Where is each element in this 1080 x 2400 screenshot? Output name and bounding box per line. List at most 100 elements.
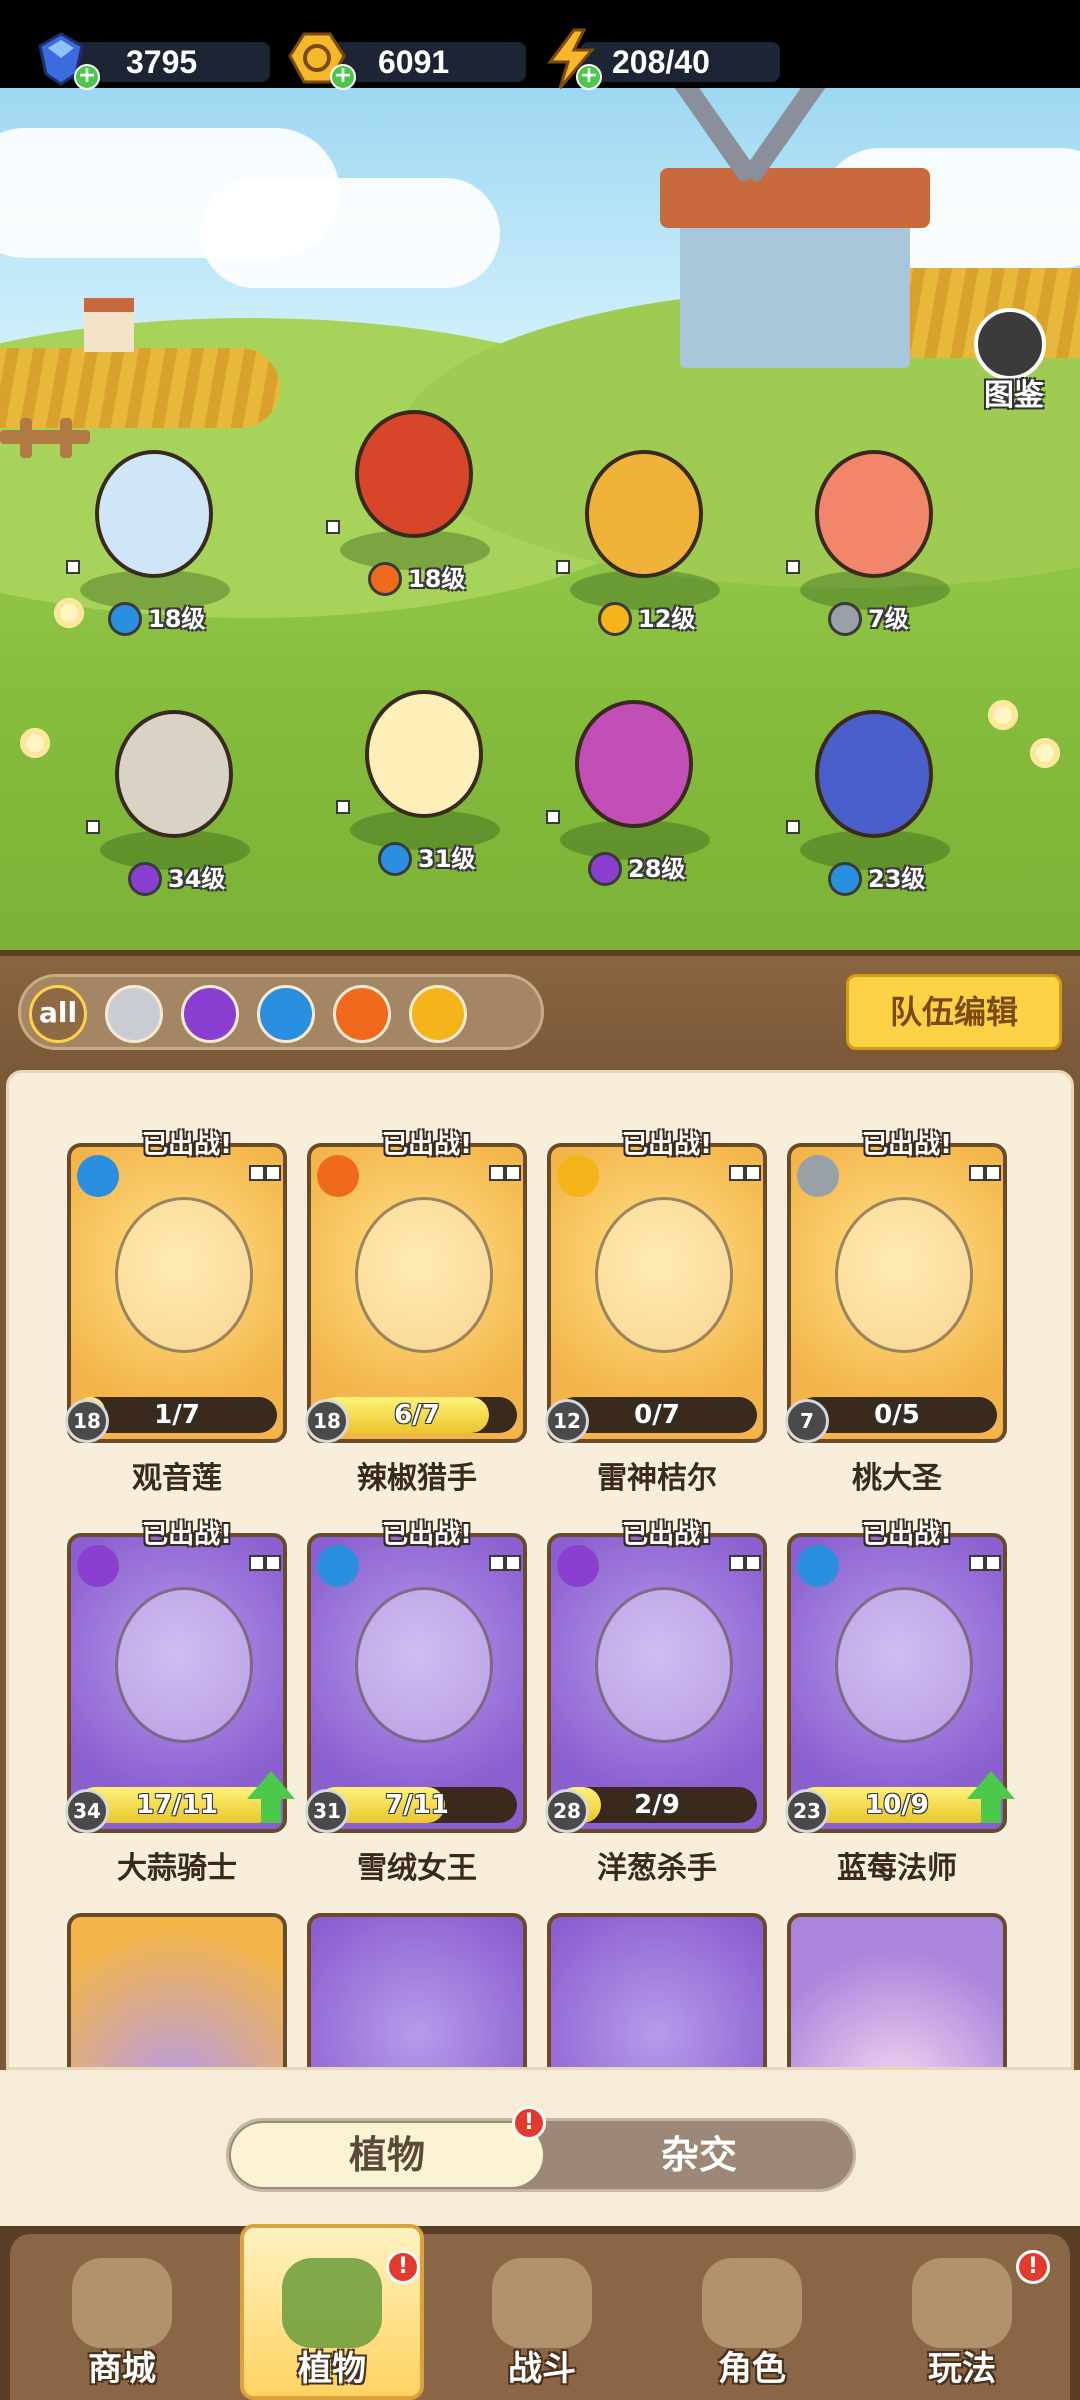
gem-counter[interactable]: + 3795 bbox=[30, 28, 270, 90]
plant-card[interactable]: 6/7 18 已出战! 辣椒猎手 bbox=[305, 1130, 527, 1496]
field-level: 18级 bbox=[408, 565, 466, 593]
card-level: 18 bbox=[305, 1399, 349, 1443]
card-face: 7/11 bbox=[307, 1533, 527, 1833]
plant-name: 大蒜骑士 bbox=[117, 1851, 237, 1886]
filter-bar: all 队伍编辑 bbox=[0, 950, 1080, 1066]
plant-sprite bbox=[585, 450, 703, 578]
card-grid-panel: 1/7 18 已出战! 观音莲 6/7 18 已出战! 辣椒猎手 0/7 12 已出战! 雷神桔尔 0/… bbox=[6, 1070, 1074, 2070]
plant-card-partial[interactable] bbox=[307, 1913, 527, 2067]
card-level: 28 bbox=[545, 1789, 589, 1833]
plant-card[interactable]: 17/11 34 已出战! 大蒜骑士 bbox=[65, 1520, 295, 1886]
slot-marker bbox=[86, 820, 100, 834]
plant-sprite bbox=[815, 710, 933, 838]
card-face: 0/5 bbox=[787, 1143, 1007, 1443]
plant-card-partial[interactable] bbox=[787, 1913, 1007, 2067]
slot-marker bbox=[969, 1165, 985, 1181]
field-plant[interactable]: 7级 bbox=[780, 440, 960, 636]
slot-marker bbox=[786, 820, 800, 834]
card-level: 23 bbox=[785, 1789, 829, 1833]
field-level: 28级 bbox=[628, 855, 686, 883]
field-plant[interactable]: 18级 bbox=[320, 400, 500, 596]
field-plant[interactable]: 18级 bbox=[60, 440, 240, 636]
team-edit-button[interactable]: 队伍编辑 bbox=[846, 974, 1062, 1050]
nav-role[interactable]: 角色 bbox=[662, 2234, 842, 2400]
card-grid-area: 1/7 18 已出战! 观音莲 6/7 18 已出战! 辣椒猎手 0/7 12 已出战! 雷神桔尔 0/… bbox=[0, 1060, 1080, 2070]
filter-fire-button[interactable] bbox=[333, 985, 391, 1043]
slot-marker bbox=[489, 1165, 505, 1181]
filter-lightning-button[interactable] bbox=[409, 985, 467, 1043]
sword-element-icon bbox=[828, 602, 862, 636]
nav-play[interactable]: 玩法 ! bbox=[872, 2234, 1052, 2400]
alert-badge: ! bbox=[386, 2250, 420, 2284]
slot-marker bbox=[505, 1165, 521, 1181]
plant-card-partial[interactable] bbox=[547, 1913, 767, 2067]
sword-element-icon bbox=[797, 1155, 839, 1197]
energy-plus-icon[interactable]: + bbox=[576, 64, 602, 90]
deployed-badge: 已出战! bbox=[142, 1130, 232, 1160]
field-level: 7级 bbox=[868, 605, 909, 633]
plant-portrait bbox=[595, 1197, 733, 1353]
plant-name: 观音莲 bbox=[132, 1461, 222, 1496]
energy-counter[interactable]: + 208/40 bbox=[540, 28, 780, 90]
slot-marker bbox=[336, 800, 350, 814]
upgrade-arrow-stem bbox=[981, 1799, 1001, 1823]
nav-plants[interactable]: 植物 ! bbox=[240, 2224, 424, 2400]
coin-value: 6091 bbox=[378, 44, 450, 80]
water-element-icon bbox=[828, 862, 862, 896]
slot-marker bbox=[489, 1555, 505, 1571]
card-face bbox=[307, 1913, 527, 2067]
field-level: 18级 bbox=[148, 605, 206, 633]
field-plant[interactable]: 31级 bbox=[330, 680, 510, 876]
nav-battle[interactable]: 战斗 bbox=[452, 2234, 632, 2400]
plant-portrait bbox=[355, 1587, 493, 1743]
filter-all-button[interactable]: all bbox=[29, 985, 87, 1043]
filter-poison-button[interactable] bbox=[181, 985, 239, 1043]
atlas-button[interactable]: 图鉴 bbox=[970, 308, 1058, 413]
card-face bbox=[67, 1913, 287, 2067]
energy-value: 208/40 bbox=[612, 44, 710, 80]
nav-plants-label: 植物 bbox=[298, 2349, 366, 2389]
alert-badge: ! bbox=[512, 2106, 546, 2140]
slot-marker bbox=[985, 1165, 1001, 1181]
slot-marker bbox=[326, 520, 340, 534]
plant-card[interactable]: 1/7 18 已出战! 观音莲 bbox=[65, 1130, 287, 1496]
plant-portrait bbox=[355, 1197, 493, 1353]
slot-marker bbox=[745, 1165, 761, 1181]
filter-water-button[interactable] bbox=[257, 985, 315, 1043]
slot-marker bbox=[786, 560, 800, 574]
atlas-label: 图鉴 bbox=[984, 378, 1044, 413]
plant-card[interactable]: 0/7 12 已出战! 雷神桔尔 bbox=[545, 1130, 767, 1496]
water-element-icon bbox=[108, 602, 142, 636]
gem-plus-icon[interactable]: + bbox=[74, 64, 100, 90]
field-plant[interactable]: 23级 bbox=[780, 700, 960, 896]
plant-sprite bbox=[95, 450, 213, 578]
plant-name: 辣椒猎手 bbox=[357, 1461, 477, 1496]
plant-sprite bbox=[815, 450, 933, 578]
deployed-badge: 已出战! bbox=[862, 1130, 952, 1160]
deployed-badge: 已出战! bbox=[382, 1520, 472, 1550]
slot-marker bbox=[985, 1555, 1001, 1571]
battle-icon bbox=[492, 2258, 592, 2348]
field-level: 12级 bbox=[638, 605, 696, 633]
coin-counter[interactable]: + 6091 bbox=[286, 28, 526, 90]
slot-marker bbox=[729, 1165, 745, 1181]
plant-card[interactable]: 0/5 7 已出战! 桃大圣 bbox=[785, 1130, 1007, 1496]
plant-card[interactable]: 7/11 31 已出战! 雪绒女王 bbox=[305, 1520, 527, 1886]
tab-hybrid[interactable]: 杂交 bbox=[543, 2121, 855, 2189]
field-plant[interactable]: 12级 bbox=[550, 440, 730, 636]
lightning-element-icon bbox=[557, 1155, 599, 1197]
slot-marker bbox=[505, 1555, 521, 1571]
nav-shop[interactable]: 商城 bbox=[32, 2234, 212, 2400]
field-plant[interactable]: 34级 bbox=[80, 700, 260, 896]
plant-card-partial[interactable] bbox=[67, 1913, 287, 2067]
upgrade-arrow-stem bbox=[261, 1799, 281, 1823]
coin-plus-icon[interactable]: + bbox=[330, 64, 356, 90]
plant-name: 蓝莓法师 bbox=[837, 1851, 957, 1886]
plant-card[interactable]: 2/9 28 已出战! 洋葱杀手 bbox=[545, 1520, 767, 1886]
field-plant[interactable]: 28级 bbox=[540, 690, 720, 886]
tab-plants[interactable]: 植物 bbox=[231, 2121, 543, 2189]
plant-card[interactable]: 10/9 23 已出战! 蓝莓法师 bbox=[785, 1520, 1015, 1886]
card-face: 6/7 bbox=[307, 1143, 527, 1443]
filter-sword-button[interactable] bbox=[105, 985, 163, 1043]
slot-marker bbox=[66, 560, 80, 574]
